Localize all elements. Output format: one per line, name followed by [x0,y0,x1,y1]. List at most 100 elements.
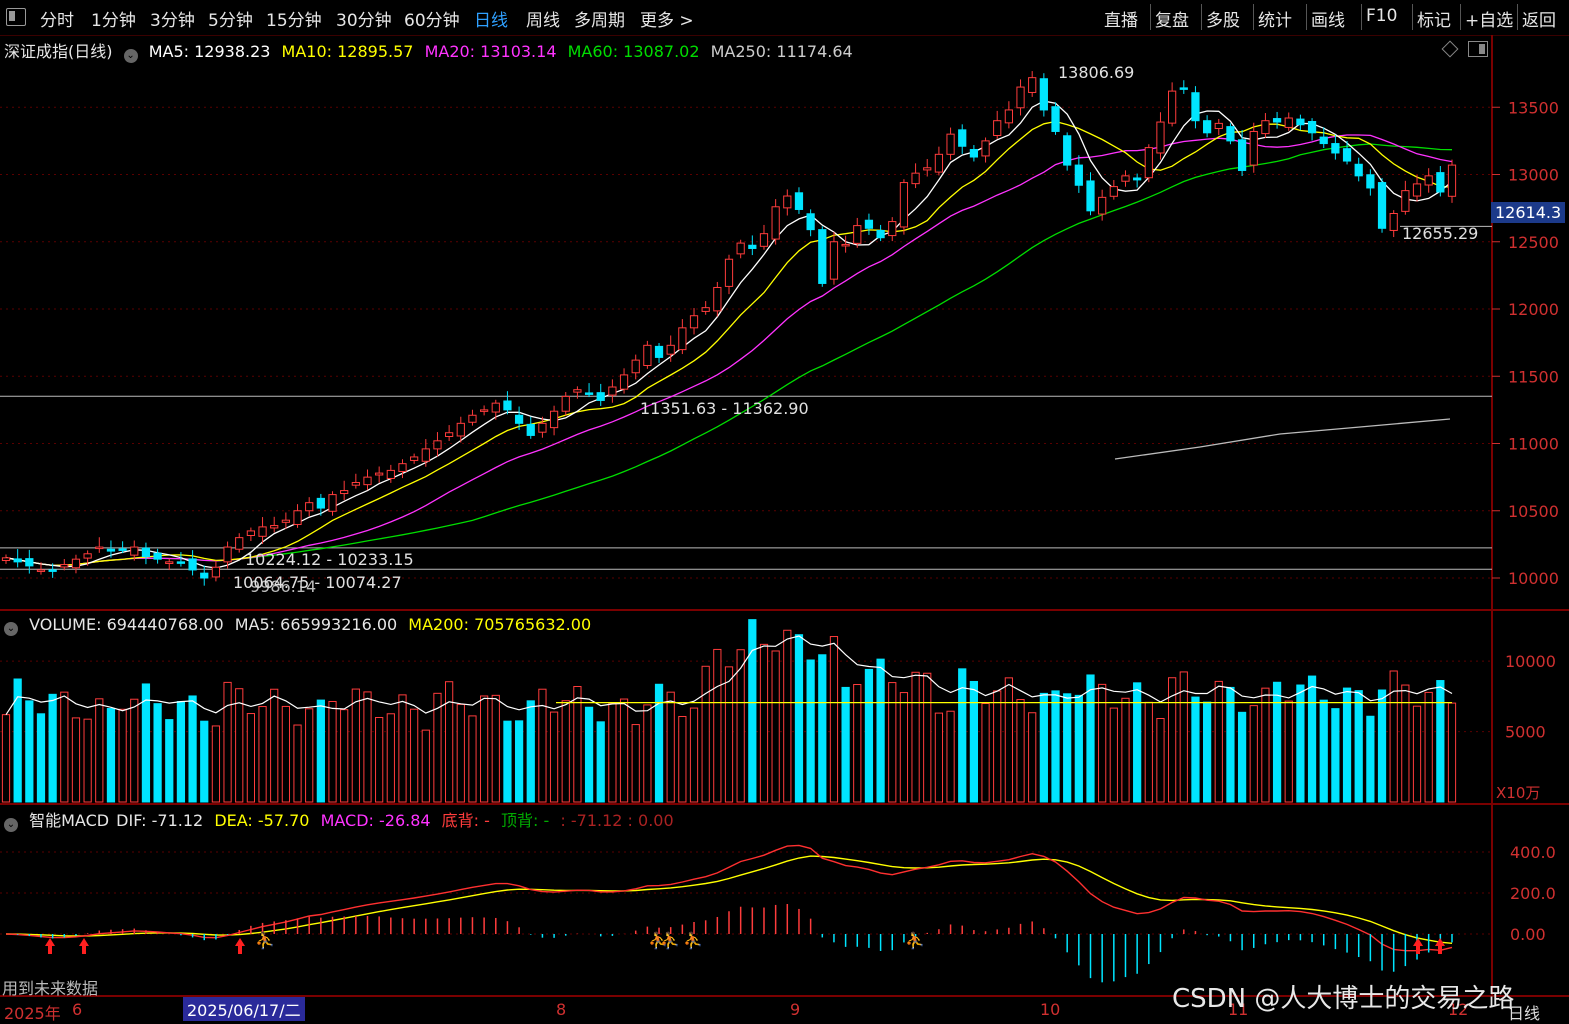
toolbar-separator [1150,4,1151,30]
diamond-icon[interactable] [1441,40,1459,58]
candle-body [293,510,302,525]
period-tab-2[interactable]: 3分钟 [150,6,195,31]
volume-bar [1401,684,1410,803]
candle-body [235,537,244,550]
toolbar-right-7[interactable]: +自选 [1465,6,1513,31]
candle-body [969,148,979,158]
volume-toggle-icon[interactable]: ⌄ [4,622,18,636]
high-annotation: 13806.69 [1058,63,1135,82]
period-tab-8[interactable]: 周线 [526,6,560,31]
volume-bar [1063,693,1072,803]
zone-low2-annotation: 10064.75 - 10074.27 [233,573,402,592]
candle-body [246,530,256,536]
volume-bar [398,694,407,803]
period-tab-6[interactable]: 60分钟 [404,6,460,31]
ma5-line [5,100,1453,569]
panel-toggle-icon[interactable] [1468,41,1488,57]
settings-toggle-icon[interactable]: ⌄ [123,49,138,63]
candle-body [13,558,22,563]
candle-body [654,345,664,358]
volume-bar [1,714,11,803]
future-data-note: 用到未来数据 [2,979,99,998]
candle-body [433,440,442,450]
toolbar-separator [1361,4,1362,30]
candle-body [316,497,325,509]
candle-body [1342,148,1352,162]
volume-bar [783,629,792,803]
period-tab-9[interactable]: 多周期 [574,6,625,31]
volume-bar [200,720,209,803]
volume-bar [608,702,617,803]
candle-body [130,546,139,556]
candle-body [1272,118,1282,123]
price-tick-label: 13000 [1508,166,1559,185]
toolbar-right-0[interactable]: 直播 [1104,6,1138,31]
macd-toggle-icon[interactable]: ⌄ [4,818,18,832]
volume-bar [911,671,920,803]
candle-body [1098,196,1107,215]
volume-bar [1016,699,1025,803]
candle-body [946,133,955,155]
candle-body [1319,136,1328,145]
toolbar-right-8[interactable]: 返回 [1522,6,1556,31]
candle-body [1424,175,1433,186]
candle-body [165,561,174,564]
macd-macd: MACD: -26.84 [320,811,431,830]
runner-signal-icon: ⛹ [683,931,703,950]
volume-bar [223,681,232,803]
volume-bar [363,691,372,803]
volume-bar [1342,687,1352,803]
volume-bar [351,688,360,803]
period-tab-7[interactable]: 日线 [474,6,508,31]
volume-bar [188,695,197,803]
volume-bar [1261,687,1270,803]
volume-bar [153,703,162,803]
candle-body [1039,78,1048,111]
candle-body [118,548,127,551]
volume-bar [1144,701,1153,803]
candle-body [1249,130,1258,166]
candle-body [666,344,675,355]
volume-bar [643,704,652,803]
volume-bar [1436,680,1445,803]
candle-body [596,392,605,401]
volume-bar [829,636,839,803]
period-tab-0[interactable]: 分时 [40,6,74,31]
price-tick-label: 12500 [1508,233,1559,252]
volume-bar [1214,680,1223,803]
candle-body [36,569,46,572]
volume-value: VOLUME: 694440768.00 [29,615,224,634]
volume-bar [1307,675,1317,803]
window-icon[interactable] [6,8,26,26]
volume-bar [724,666,734,803]
period-tab-5[interactable]: 30分钟 [336,6,392,31]
period-tab-3[interactable]: 5分钟 [208,6,253,31]
toolbar-right-6[interactable]: 标记 [1417,6,1451,31]
volume-bar [410,708,419,803]
period-tab-1[interactable]: 1分钟 [91,6,136,31]
candle-body [479,409,489,412]
selected-date: 2025/06/17/二 [183,997,305,1021]
volume-bar [1168,677,1177,803]
volume-bar [1226,686,1235,803]
volume-bar [305,708,314,803]
price-tick-label: 11000 [1508,435,1559,454]
period-tab-10[interactable]: 更多 > [640,6,694,31]
toolbar-right-2[interactable]: 多股 [1206,6,1240,31]
period-tab-4[interactable]: 15分钟 [266,6,322,31]
candle-body [561,395,570,412]
candle-body [25,558,34,567]
zone-mid-annotation: 11351.63 - 11362.90 [640,399,809,418]
toolbar-right-4[interactable]: 画线 [1311,6,1345,31]
candle-body [1226,126,1235,142]
volume-bar [118,708,127,803]
volume-bar [1377,689,1387,803]
price-tick-label: 10500 [1508,502,1559,521]
candle-body [328,494,337,512]
candle-body [736,242,745,255]
candle-body [934,153,944,173]
toolbar-right-5[interactable]: F10 [1366,6,1397,26]
toolbar-right-1[interactable]: 复盘 [1155,6,1189,31]
chart-canvas[interactable]: 10000 10500 11000 11500 12000 12500 13000 13500… [0,0,1569,1023]
toolbar-right-3[interactable]: 统计 [1258,6,1292,31]
